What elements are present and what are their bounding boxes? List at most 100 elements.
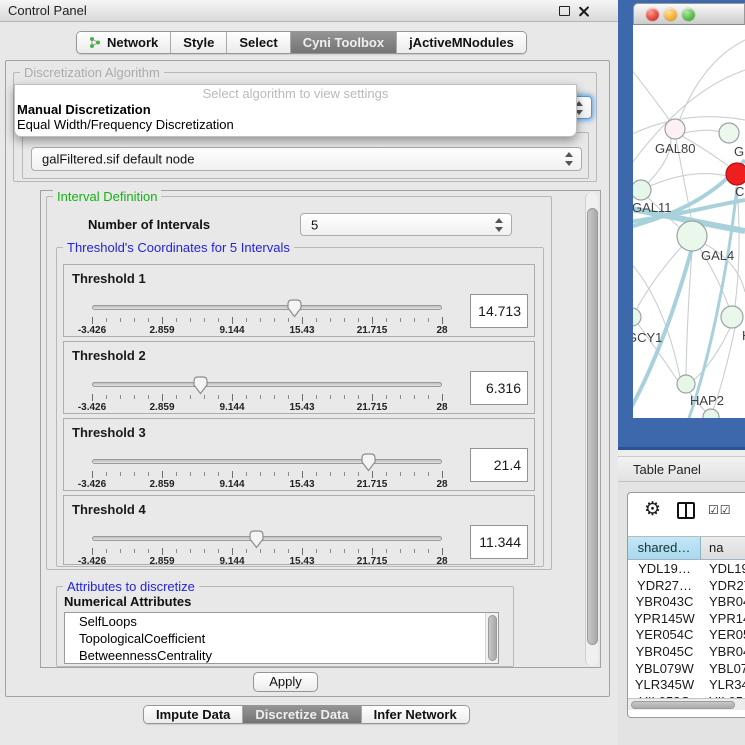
split-columns-icon[interactable]	[677, 502, 695, 519]
list-scrollbar[interactable]	[485, 613, 498, 663]
gear-icon[interactable]: ⚙	[644, 500, 661, 520]
horizontal-scrollbar[interactable]	[628, 698, 745, 710]
threshold-value-field[interactable]: 21.4	[470, 448, 528, 482]
threshold-slider-track[interactable]	[92, 382, 442, 387]
threshold-slider-thumb[interactable]	[286, 298, 303, 318]
top-tab-bar: Network Style SelectCyni Toolbox jActiveMNo…	[76, 31, 527, 54]
threshold-label: Threshold 4	[72, 502, 146, 517]
app-root: Control Panel NetworkStyleSelectCyni Too…	[0, 0, 745, 745]
tick-label: -3.426	[70, 402, 114, 413]
scrollbar-thumb[interactable]	[587, 208, 598, 645]
network-node[interactable]	[677, 375, 695, 393]
threshold-slider-track[interactable]	[92, 305, 442, 310]
tick-label: 21.715	[350, 402, 394, 413]
threshold-slider-track[interactable]	[92, 459, 442, 464]
threshold-slider-track[interactable]	[92, 536, 442, 541]
threshold-label: Threshold 1	[72, 271, 146, 286]
scrollbar-thumb[interactable]	[488, 615, 497, 661]
tab-style[interactable]: Style	[170, 32, 226, 53]
number-of-intervals-label: Number of Intervals	[88, 217, 210, 232]
table-row[interactable]: YBR045CYBR04	[628, 644, 745, 661]
network-node[interactable]	[726, 163, 745, 185]
thresholds-group: Threshold's Coordinates for 5 Intervals …	[56, 247, 544, 567]
cell-name: YBL07	[701, 661, 745, 678]
network-node[interactable]	[633, 180, 651, 200]
network-node[interactable]	[665, 119, 685, 139]
tick-label: 21.715	[350, 556, 394, 567]
tab-impute-data[interactable]: Impute Data	[144, 706, 242, 723]
dropdown-hint: Select algorithm to view settings	[15, 85, 576, 102]
network-window-titlebar[interactable]	[633, 3, 745, 25]
tab-infer-network[interactable]: Infer Network	[361, 706, 469, 723]
network-node[interactable]	[633, 308, 641, 326]
network-node-label: GAL80	[655, 141, 695, 156]
tick-label: 15.43	[280, 402, 324, 413]
threshold-slider-thumb[interactable]	[360, 452, 377, 472]
table-row[interactable]: YER054CYER05	[628, 627, 745, 644]
table-row[interactable]: YDL19…YDL19	[628, 561, 745, 578]
tick-label: 2.859	[140, 325, 184, 336]
tick-label: 9.144	[210, 325, 254, 336]
table-card: ⚙ ☑☑ shared… na YDL19…YDL19YDR27…YDR27YB…	[627, 492, 745, 718]
tab-cyni-toolbox[interactable]: Cyni Toolbox	[290, 32, 396, 53]
table-data-combobox[interactable]: galFiltered.sif default node	[31, 147, 582, 171]
close-traffic-light-icon[interactable]	[646, 8, 659, 21]
network-node[interactable]	[677, 221, 707, 251]
algorithm-dropdown-popup: Select algorithm to view settings Manual…	[14, 84, 577, 137]
tick-label: -3.426	[70, 479, 114, 490]
tab-network[interactable]: Network	[77, 32, 170, 53]
apply-button[interactable]: Apply	[253, 672, 318, 692]
table-row[interactable]: YLR345WYLR34	[628, 677, 745, 694]
tick-label: 28	[420, 556, 464, 567]
checkbox-icons[interactable]: ☑☑	[708, 503, 732, 517]
scrollbar-thumb[interactable]	[631, 701, 735, 709]
column-header-shared[interactable]: shared…	[628, 537, 701, 559]
attribute-list-item[interactable]: BetweennessCentrality	[65, 647, 498, 664]
tick-label: -3.426	[70, 556, 114, 567]
close-icon[interactable]	[578, 5, 590, 17]
tab-jactivemnodules[interactable]: jActiveMNodules	[396, 32, 526, 53]
threshold-value-field[interactable]: 6.316	[470, 371, 528, 405]
threshold-label: Threshold 3	[72, 425, 146, 440]
threshold-value-field[interactable]: 14.713	[470, 294, 528, 328]
network-icon	[89, 36, 101, 49]
group-title: Interval Definition	[53, 189, 161, 204]
threshold-value-field[interactable]: 11.344	[470, 525, 528, 559]
attribute-list-item[interactable]: TopologicalCoefficient	[65, 630, 498, 647]
threshold-row: Threshold 3 -3.4262.8599.14415.4321.7152…	[63, 418, 535, 491]
numerical-attributes-list: SelfLoopsTopologicalCoefficientBetweenne…	[64, 612, 499, 664]
network-node[interactable]	[703, 409, 719, 418]
tick-label: 2.859	[140, 556, 184, 567]
group-title: Threshold's Coordinates for 5 Intervals	[63, 240, 294, 255]
table-row[interactable]: YDR27…YDR27	[628, 578, 745, 595]
network-node[interactable]	[719, 123, 739, 143]
float-window-icon[interactable]	[559, 6, 570, 16]
network-node[interactable]	[721, 306, 743, 328]
tab-label: jActiveMNodules	[409, 35, 514, 50]
column-header-name[interactable]: na	[701, 537, 745, 559]
tick-label: 21.715	[350, 479, 394, 490]
network-node-label: GAL11	[633, 200, 672, 215]
tab-label: Style	[183, 35, 214, 50]
tick-label: 2.859	[140, 479, 184, 490]
table-panel-body: ⚙ ☑☑ shared… na YDL19…YDL19YDR27…YDR27YB…	[618, 482, 745, 745]
vertical-scrollbar[interactable]	[585, 192, 598, 666]
cell-shared-name: YPR145W	[628, 611, 701, 628]
network-canvas[interactable]: GAL80GCGAL11GAL4GCY1HHAP2	[633, 25, 745, 418]
table-row[interactable]: YPR145WYPR14	[628, 611, 745, 628]
table-row[interactable]: YBL079WYBL07	[628, 661, 745, 678]
number-of-intervals-combobox[interactable]: 5	[300, 213, 512, 236]
threshold-slider-thumb[interactable]	[192, 375, 209, 395]
threshold-slider-thumb[interactable]	[248, 529, 265, 549]
tab-discretize-data[interactable]: Discretize Data	[242, 706, 360, 723]
zoom-traffic-light-icon[interactable]	[682, 8, 695, 21]
dropdown-option[interactable]: Manual Discretization	[15, 102, 576, 117]
minimize-traffic-light-icon[interactable]	[664, 8, 677, 21]
tab-select[interactable]: Select	[226, 32, 289, 53]
combo-stepper-icon[interactable]	[565, 152, 574, 166]
dropdown-option[interactable]: Equal Width/Frequency Discretization	[15, 117, 576, 132]
attribute-list-item[interactable]: SelfLoops	[65, 613, 498, 630]
cell-shared-name: YER054C	[628, 627, 701, 644]
table-row[interactable]: YBR043CYBR04	[628, 594, 745, 611]
combo-stepper-icon[interactable]	[495, 218, 504, 232]
